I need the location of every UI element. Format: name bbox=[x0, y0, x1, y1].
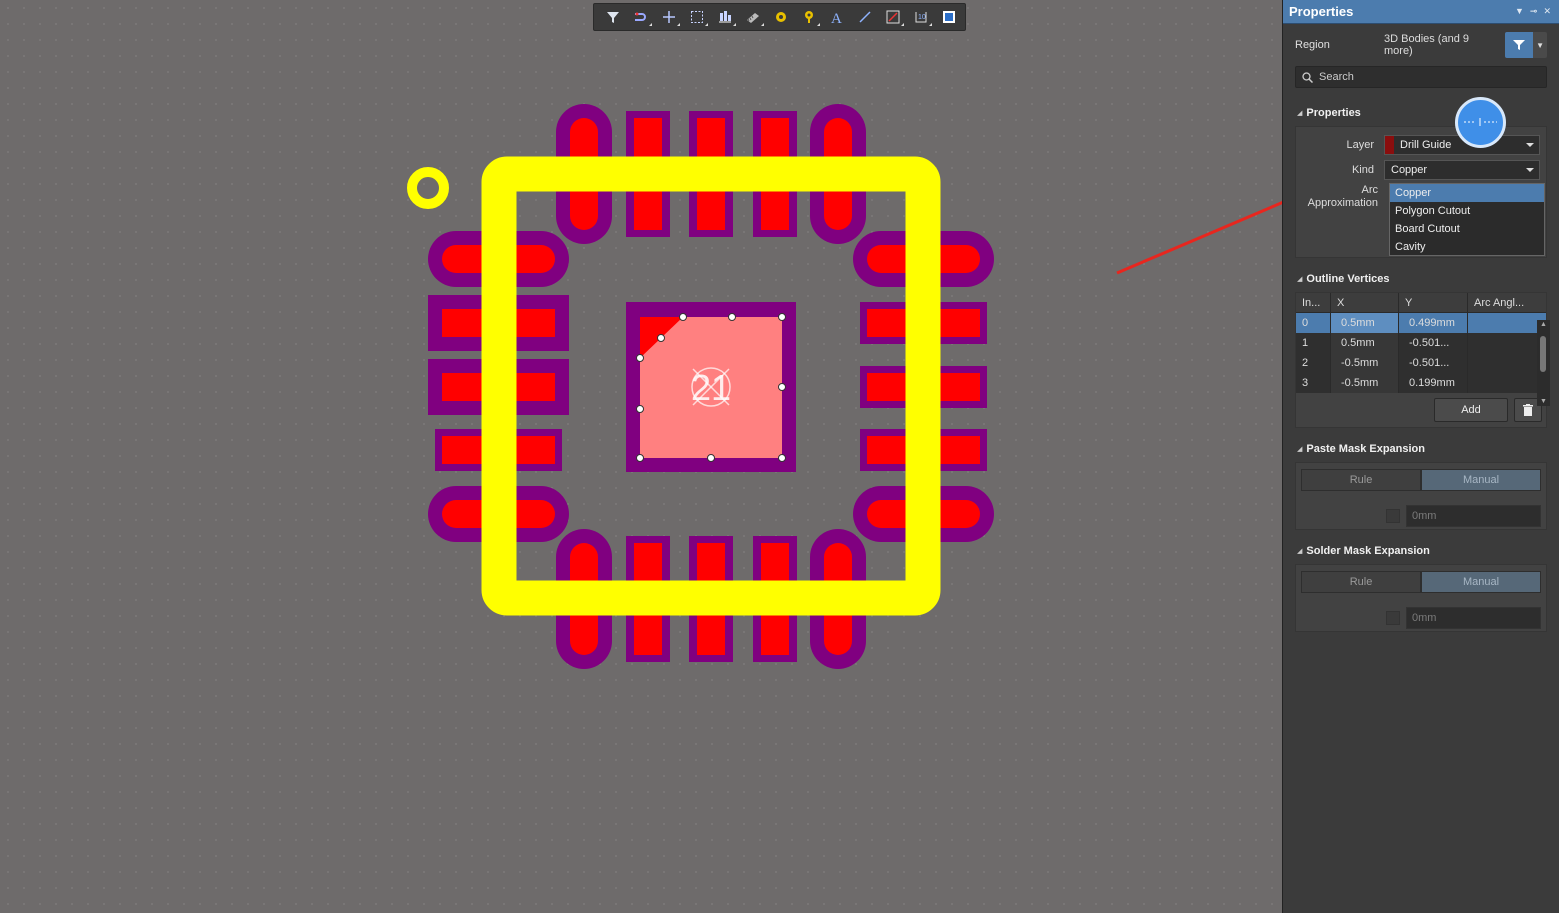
arc-approximation-label: Arc Approximation bbox=[1307, 184, 1378, 209]
panel-title: Properties bbox=[1289, 4, 1354, 19]
vertices-scrollbar[interactable]: ▲ ▼ bbox=[1537, 320, 1550, 406]
line-icon[interactable] bbox=[851, 5, 879, 29]
kind-option-copper[interactable]: Copper bbox=[1390, 184, 1544, 202]
trash-icon bbox=[1523, 404, 1533, 416]
filter-summary: 3D Bodies (and 9 more) bbox=[1384, 33, 1469, 57]
kind-option-polygon-cutout[interactable]: Polygon Cutout bbox=[1390, 202, 1544, 220]
svg-text:A: A bbox=[831, 11, 842, 24]
search-input[interactable]: Search bbox=[1295, 66, 1547, 88]
pcb-footprint[interactable]: 21 bbox=[0, 0, 1282, 913]
paste-rule-option[interactable]: Rule bbox=[1301, 469, 1421, 491]
kind-option-board-cutout[interactable]: Board Cutout bbox=[1390, 220, 1544, 238]
align-icon[interactable] bbox=[711, 5, 739, 29]
pad-designator: 21 bbox=[691, 367, 731, 408]
paste-manual-option[interactable]: Manual bbox=[1421, 469, 1541, 491]
select-rect-icon[interactable] bbox=[683, 5, 711, 29]
object-type: Region bbox=[1295, 39, 1330, 51]
solder-value-field[interactable]: 0mm bbox=[1406, 607, 1541, 629]
paste-checkbox[interactable] bbox=[1386, 509, 1400, 523]
route-icon[interactable] bbox=[627, 5, 655, 29]
pad-designator-text: 21 bbox=[691, 367, 731, 408]
search-icon bbox=[1302, 71, 1313, 83]
table-row[interactable]: 0 0.5mm 0.499mm bbox=[1296, 313, 1546, 333]
component-icon[interactable] bbox=[739, 5, 767, 29]
panel-header: Properties ▼ ⊸ ✕ bbox=[1283, 0, 1559, 24]
pin1-marker bbox=[407, 167, 449, 209]
solder-checkbox[interactable] bbox=[1386, 611, 1400, 625]
col-y[interactable]: Y bbox=[1399, 293, 1468, 312]
cross-icon[interactable] bbox=[655, 5, 683, 29]
table-row[interactable]: 3 -0.5mm 0.199mm bbox=[1296, 373, 1546, 393]
region-icon[interactable] bbox=[879, 5, 907, 29]
annotation-arrow bbox=[1116, 201, 1282, 275]
active-bar: A 10 bbox=[593, 3, 966, 31]
col-index[interactable]: In... bbox=[1296, 293, 1331, 312]
kind-option-cavity[interactable]: Cavity bbox=[1390, 238, 1544, 256]
kind-options-list: Copper Polygon Cutout Board Cutout Cavit… bbox=[1389, 183, 1545, 256]
solder-rule-option[interactable]: Rule bbox=[1301, 571, 1421, 593]
selection-row: Region 3D Bodies (and 9 more) ▼ bbox=[1283, 24, 1559, 66]
collapse-icon: ◢ bbox=[1297, 276, 1303, 283]
properties-panel: Properties ▼ ⊸ ✕ Region 3D Bodies (and 9… bbox=[1282, 0, 1559, 913]
paste-value-field[interactable]: 0mm bbox=[1406, 505, 1541, 527]
col-arc-angle[interactable]: Arc Angl... bbox=[1468, 293, 1536, 312]
scroll-down-icon[interactable]: ▼ bbox=[1540, 398, 1547, 405]
section-properties-header[interactable]: ◢ Properties bbox=[1283, 104, 1559, 122]
close-icon[interactable]: ✕ bbox=[1543, 6, 1551, 17]
vertices-section: In... X Y Arc Angl... 0 0.5mm 0.499mm 1 0.5… bbox=[1295, 292, 1547, 428]
solder-mode-toggle: Rule Manual bbox=[1301, 571, 1541, 593]
table-row[interactable]: 1 0.5mm -0.501... bbox=[1296, 333, 1546, 353]
filter-icon[interactable] bbox=[599, 5, 627, 29]
section-paste-header[interactable]: ◢ Paste Mask Expansion bbox=[1283, 440, 1559, 458]
collapse-icon: ◢ bbox=[1297, 110, 1303, 117]
collapse-icon: ◢ bbox=[1297, 446, 1303, 453]
vertices-table: In... X Y Arc Angl... 0 0.5mm 0.499mm 1 0.5… bbox=[1296, 293, 1546, 393]
paste-section: Rule Manual 0mm bbox=[1295, 462, 1547, 530]
solder-section: Rule Manual 0mm bbox=[1295, 564, 1547, 632]
scroll-thumb[interactable] bbox=[1540, 336, 1546, 372]
kind-dropdown[interactable]: Copper bbox=[1384, 159, 1540, 180]
click-indicator bbox=[1455, 97, 1506, 148]
svg-text:10: 10 bbox=[918, 14, 926, 21]
filter-button[interactable] bbox=[1505, 32, 1534, 58]
pad-icon[interactable] bbox=[767, 5, 795, 29]
scroll-up-icon[interactable]: ▲ bbox=[1540, 321, 1547, 328]
panel-menu-icon[interactable]: ▼ bbox=[1515, 6, 1524, 17]
table-row[interactable]: 2 -0.5mm -0.501... bbox=[1296, 353, 1546, 373]
add-vertex-button[interactable]: Add bbox=[1434, 398, 1508, 422]
solder-manual-option[interactable]: Manual bbox=[1421, 571, 1541, 593]
search-placeholder: Search bbox=[1319, 71, 1354, 83]
board-icon[interactable] bbox=[935, 5, 963, 29]
filter-icon bbox=[1513, 40, 1526, 50]
cursor-marks-icon bbox=[1464, 118, 1497, 126]
pin-icon[interactable]: ⊸ bbox=[1530, 6, 1538, 17]
layer-color-swatch bbox=[1385, 135, 1394, 154]
section-solder-header[interactable]: ◢ Solder Mask Expansion bbox=[1283, 542, 1559, 560]
table-header: In... X Y Arc Angl... bbox=[1296, 293, 1546, 313]
dimension-icon[interactable]: 10 bbox=[907, 5, 935, 29]
filter-dropdown[interactable]: ▼ bbox=[1533, 32, 1547, 58]
paste-mode-toggle: Rule Manual bbox=[1301, 469, 1541, 491]
kind-label: Kind bbox=[1351, 163, 1374, 176]
col-x[interactable]: X bbox=[1331, 293, 1399, 312]
section-vertices-header[interactable]: ◢ Outline Vertices bbox=[1283, 270, 1559, 288]
via-icon[interactable] bbox=[795, 5, 823, 29]
vertices-footer: Add bbox=[1296, 393, 1546, 427]
collapse-icon: ◢ bbox=[1297, 548, 1303, 555]
layer-label: Layer bbox=[1346, 138, 1374, 151]
text-icon[interactable]: A bbox=[823, 5, 851, 29]
